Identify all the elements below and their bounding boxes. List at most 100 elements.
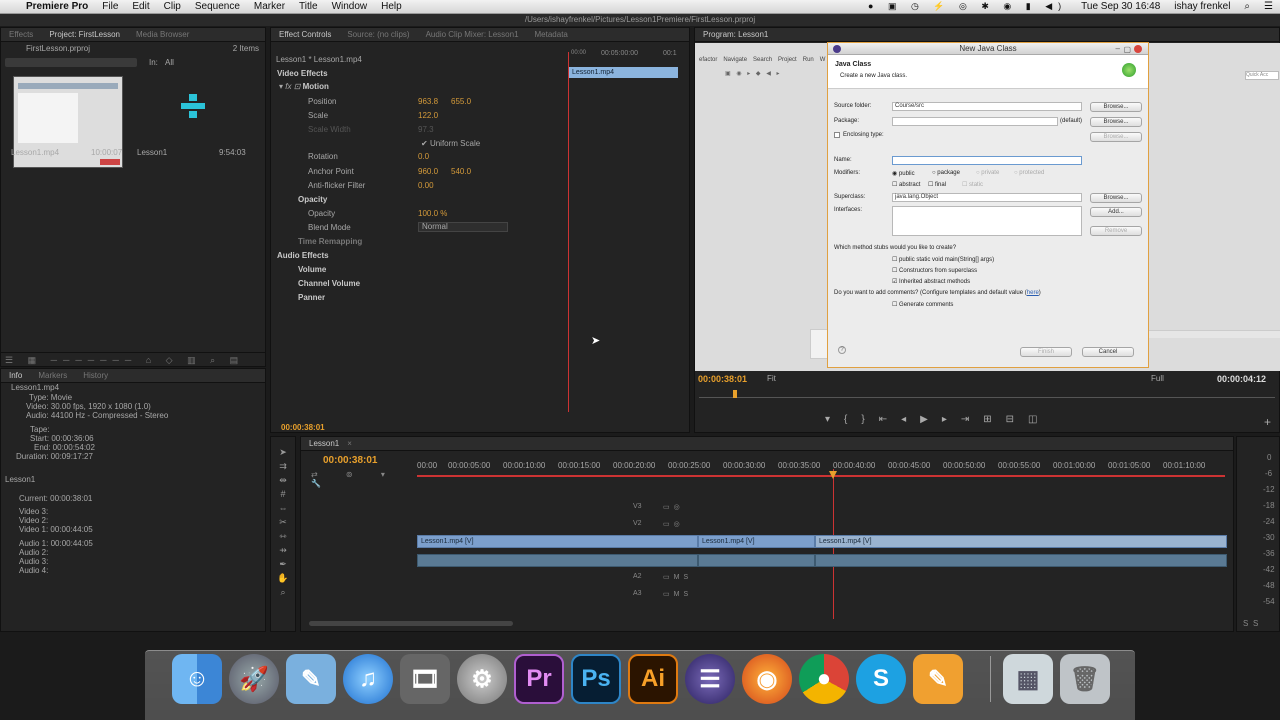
- dock-finder-icon[interactable]: ☺: [172, 654, 222, 704]
- cancel-button[interactable]: Cancel: [1082, 347, 1134, 357]
- video-clip-1[interactable]: Lesson1.mp4 [V]: [417, 535, 698, 548]
- ripple-edit-tool-icon[interactable]: ⇹: [271, 473, 295, 487]
- app-menu[interactable]: Premiere Pro: [19, 1, 95, 12]
- track-select-tool-icon[interactable]: ⇉: [271, 459, 295, 473]
- menu-help[interactable]: Help: [374, 1, 409, 12]
- dock-trash-icon[interactable]: 🗑: [1060, 654, 1110, 704]
- mark-in-icon[interactable]: {: [844, 414, 861, 425]
- selection-tool-icon[interactable]: ➤: [271, 445, 295, 459]
- help-icon[interactable]: ?: [838, 346, 846, 354]
- browse-enclosing-button[interactable]: Browse...: [1090, 132, 1142, 142]
- position-y[interactable]: 655.0: [451, 97, 471, 106]
- go-to-in-icon[interactable]: ⇤: [879, 414, 901, 425]
- dock-firefox-icon[interactable]: ◉: [742, 654, 792, 704]
- time-ruler[interactable]: 00:00 00:00:05:00 00:00:10:00 00:00:15:0…: [417, 459, 1227, 479]
- dock-itunes-icon[interactable]: ♫: [343, 654, 393, 704]
- step-forward-icon[interactable]: ▸: [942, 414, 961, 425]
- work-area-bar[interactable]: [417, 475, 1225, 477]
- track-controls[interactable]: ▭MS: [663, 590, 692, 598]
- close-tab-icon[interactable]: ×: [347, 439, 352, 448]
- opacity-value[interactable]: 100.0 %: [418, 209, 447, 218]
- export-frame-icon[interactable]: ◫: [1028, 414, 1051, 425]
- project-search-input[interactable]: [5, 58, 137, 67]
- stub-main[interactable]: ☐ public static void main(String[] args): [892, 256, 994, 263]
- anchor-x[interactable]: 960.0: [418, 167, 438, 176]
- menu-edit[interactable]: Edit: [125, 1, 156, 12]
- tab-sequence[interactable]: Lesson1: [301, 439, 347, 448]
- ec-playhead[interactable]: [568, 52, 569, 412]
- sequence-icon[interactable]: [179, 94, 207, 122]
- ec-clip-bar[interactable]: Lesson1.mp4: [569, 67, 678, 78]
- meter-solo[interactable]: S: [1253, 619, 1258, 628]
- meter-solo[interactable]: S: [1243, 619, 1248, 628]
- blend-mode-select[interactable]: Normal: [418, 222, 508, 232]
- timeline-scrollbar[interactable]: [309, 621, 513, 626]
- modifier-private[interactable]: ○ private: [976, 170, 999, 176]
- close-icon[interactable]: [1134, 45, 1142, 53]
- lift-icon[interactable]: ⊞: [983, 414, 1005, 425]
- browse-superclass-button[interactable]: Browse...: [1090, 193, 1142, 203]
- add-button-icon[interactable]: +: [1264, 415, 1271, 429]
- video-clip-2[interactable]: Lesson1.mp4 [V]: [698, 535, 815, 548]
- track-controls[interactable]: ▭◎: [663, 503, 684, 511]
- razor-tool-icon[interactable]: ✂: [271, 515, 295, 529]
- pen-tool-icon[interactable]: ✒: [271, 557, 295, 571]
- rotation-value[interactable]: 0.0: [418, 152, 429, 161]
- program-scrubber[interactable]: [699, 390, 1275, 398]
- tab-program[interactable]: Program: Lesson1: [695, 30, 776, 39]
- tab-effect-controls[interactable]: Effect Controls: [271, 30, 339, 39]
- rate-stretch-tool-icon[interactable]: ⇔: [271, 501, 295, 515]
- tab-info[interactable]: Info: [1, 371, 30, 380]
- program-playhead[interactable]: [733, 390, 737, 398]
- in-select[interactable]: All: [165, 58, 174, 67]
- ec-timecode[interactable]: 00:00:38:01: [281, 423, 325, 432]
- tab-effects[interactable]: Effects: [1, 30, 41, 39]
- time-remapping[interactable]: Time Remapping: [298, 237, 362, 246]
- minimize-icon[interactable]: –: [1116, 43, 1120, 55]
- modifier-package[interactable]: ○ package: [932, 170, 960, 176]
- dock-skype-icon[interactable]: S: [856, 654, 906, 704]
- track-controls[interactable]: ▭MS: [663, 573, 692, 581]
- package-input[interactable]: [892, 117, 1058, 126]
- spotlight-icon[interactable]: ⌕: [1237, 1, 1257, 12]
- name-input[interactable]: [892, 156, 1082, 165]
- generate-comments[interactable]: ☐ Generate comments: [892, 301, 953, 308]
- dock-preview-icon[interactable]: ✎: [286, 654, 336, 704]
- slide-tool-icon[interactable]: ⇸: [271, 543, 295, 557]
- tab-media-browser[interactable]: Media Browser: [128, 30, 197, 39]
- fit-select[interactable]: Fit: [767, 374, 776, 383]
- menu-title[interactable]: Title: [292, 1, 325, 12]
- volume-effect[interactable]: Volume: [298, 265, 326, 274]
- play-icon[interactable]: ▶: [920, 414, 942, 425]
- dock-system-preferences-icon[interactable]: ⚙: [457, 654, 507, 704]
- clock[interactable]: Tue Sep 30 16:48: [1074, 1, 1167, 12]
- status-icons[interactable]: ● ▣ ◷ ⚡ ◎ ✱ ◉ ▮ ◀): [861, 1, 1074, 12]
- stub-constructors[interactable]: ☐ Constructors from superclass: [892, 267, 977, 274]
- full-select[interactable]: Full: [1151, 374, 1164, 383]
- dock-illustrator-icon[interactable]: Ai: [628, 654, 678, 704]
- tab-markers[interactable]: Markers: [30, 371, 75, 380]
- audio-clip-3[interactable]: [815, 554, 1227, 567]
- step-back-icon[interactable]: ◂: [901, 414, 920, 425]
- modifier-abstract[interactable]: ☐ abstract: [892, 181, 920, 188]
- tab-audio-clip-mixer[interactable]: Audio Clip Mixer: Lesson1: [418, 30, 527, 39]
- modifier-public[interactable]: ◉ public: [892, 170, 915, 177]
- antiflicker-value[interactable]: 0.00: [418, 181, 434, 190]
- menu-file[interactable]: File: [95, 1, 125, 12]
- panner-effect[interactable]: Panner: [298, 293, 325, 302]
- audio-clip-1[interactable]: [417, 554, 698, 567]
- position-x[interactable]: 963.8: [418, 97, 438, 106]
- comments-here-link[interactable]: here: [1027, 290, 1039, 296]
- menu-sequence[interactable]: Sequence: [188, 1, 247, 12]
- fx-icon[interactable]: fx ⊡: [285, 82, 302, 91]
- go-to-out-icon[interactable]: ⇥: [961, 414, 983, 425]
- add-marker-icon[interactable]: ▾: [825, 414, 844, 425]
- source-folder-input[interactable]: Course/src: [892, 102, 1082, 111]
- dock-downloads-icon[interactable]: ▦: [1003, 654, 1053, 704]
- menu-window[interactable]: Window: [325, 1, 375, 12]
- dock-pages-icon[interactable]: ✎: [913, 654, 963, 704]
- motion-row[interactable]: ▾ fx ⊡ Motion: [279, 82, 329, 91]
- dock-premiere-icon[interactable]: Pr: [514, 654, 564, 704]
- program-timecode[interactable]: 00:00:38:01: [698, 374, 747, 384]
- user-name[interactable]: ishay frenkel: [1167, 1, 1237, 12]
